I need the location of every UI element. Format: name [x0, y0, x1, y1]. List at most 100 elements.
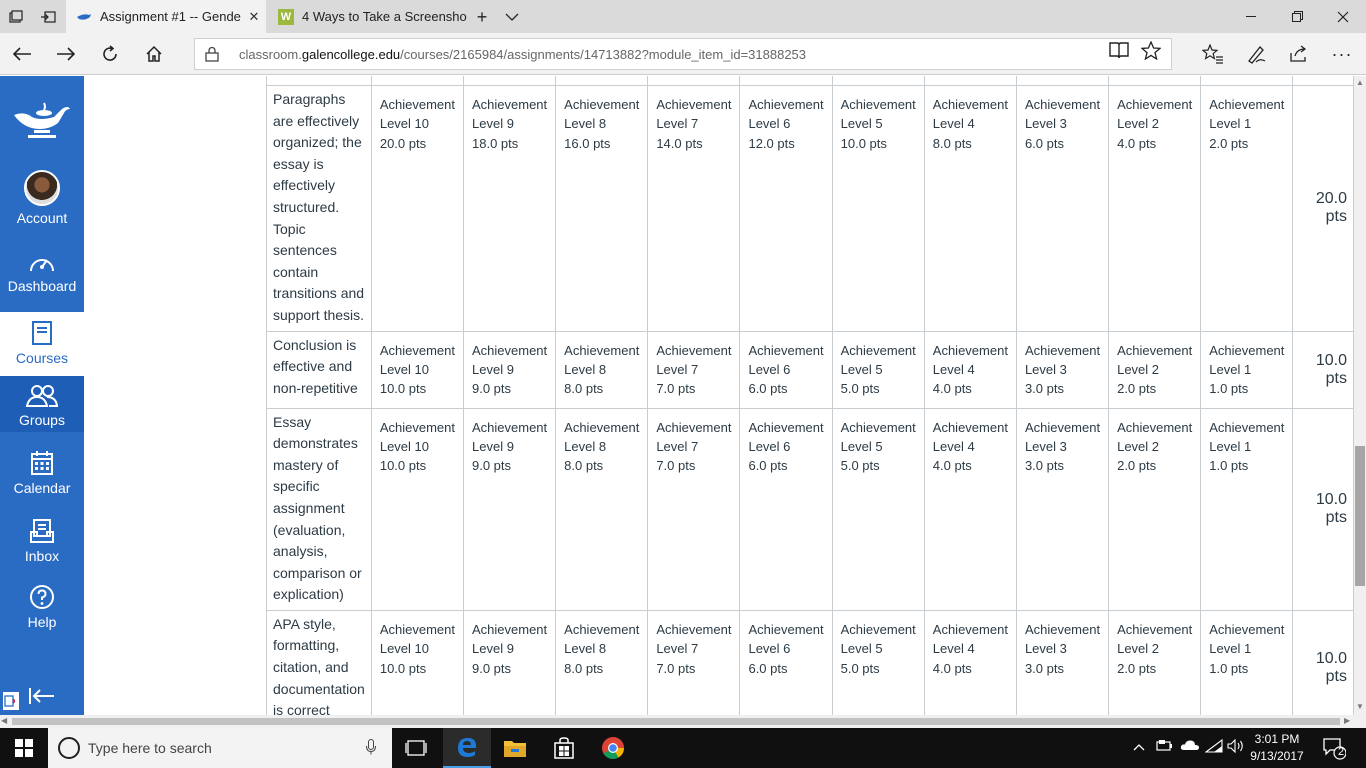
chrome-icon[interactable]: [589, 728, 637, 768]
rating-title: Achievement: [1117, 419, 1193, 435]
edge-browser-icon[interactable]: [443, 728, 491, 768]
action-center-icon[interactable]: 2: [1322, 736, 1347, 760]
rating-title: Level 6: [748, 116, 791, 132]
forward-icon[interactable]: [52, 41, 80, 67]
tab-manager-icon[interactable]: [6, 7, 26, 27]
rating-title: Achievement: [656, 419, 732, 435]
sidebar-item-label: Account: [16, 210, 68, 226]
minimize-icon[interactable]: [1228, 0, 1274, 33]
rating-cell: Achievement Level 7 14.0 pts: [647, 85, 741, 332]
rubric-row: Paragraphs are effectively organized; th…: [266, 85, 1354, 332]
tab-title: 4 Ways to Take a Screensho: [302, 9, 467, 24]
rating-title: Achievement: [379, 419, 455, 435]
taskbar-search[interactable]: Type here to search: [48, 728, 392, 768]
show-hidden-icons-icon[interactable]: [1133, 739, 1145, 754]
favorites-hub-icon[interactable]: [1199, 41, 1227, 67]
rating-points: 16.0 pts: [564, 135, 611, 151]
scroll-thumb[interactable]: [1355, 446, 1365, 586]
home-icon[interactable]: [140, 41, 168, 67]
sidebar-item-calendar[interactable]: Calendar: [0, 446, 84, 502]
rating-title: Level 9: [472, 361, 514, 377]
rating-title: Achievement: [1117, 97, 1193, 112]
back-icon[interactable]: [8, 41, 36, 67]
rating-title: Achievement: [656, 97, 732, 112]
refresh-icon[interactable]: [96, 41, 124, 67]
rating-cell: Achievement Level 4 4.0 pts: [923, 330, 1017, 409]
windows-logo-icon: [15, 739, 33, 757]
favorite-star-icon[interactable]: [1140, 40, 1162, 60]
rating-title: Level 7: [656, 361, 699, 377]
close-tab-icon[interactable]: ✕: [242, 9, 266, 25]
rating-points: 1.0 pts: [1209, 660, 1249, 676]
scroll-thumb[interactable]: [12, 718, 1340, 725]
rating-title: Achievement: [748, 621, 824, 637]
restore-icon[interactable]: [1274, 0, 1320, 33]
collapse-nav-icon[interactable]: [28, 685, 56, 712]
criterion-description: Conclusion is effective and non-repetiti…: [266, 330, 372, 409]
rating-cell: Achievement Level 8 8.0 pts: [555, 407, 649, 611]
windows-taskbar: Type here to search 3:01 PM 9/13/2017 2: [0, 728, 1366, 768]
sidebar-item-groups[interactable]: Groups: [0, 376, 84, 432]
sidebar-item-courses[interactable]: Courses: [0, 312, 84, 376]
rating-cell: Achievement Level 4 8.0 pts: [923, 85, 1017, 332]
rating-title: Achievement: [1024, 97, 1101, 112]
close-window-icon[interactable]: [1320, 0, 1366, 33]
rating-points: 1.0 pts: [1209, 381, 1249, 397]
battery-icon[interactable]: [1156, 739, 1174, 754]
reading-view-icon[interactable]: [1108, 40, 1130, 60]
rating-title: Achievement: [1024, 621, 1101, 637]
rating-points: 4.0 pts: [1117, 135, 1157, 151]
horizontal-scrollbar[interactable]: ◀ ▶: [0, 715, 1366, 728]
more-options-icon[interactable]: ···: [1328, 41, 1356, 67]
rating-title: Achievement: [472, 342, 548, 358]
rating-cell: Achievement Level 9 9.0 pts: [462, 609, 557, 715]
system-clock[interactable]: 3:01 PM 9/13/2017: [1244, 731, 1310, 765]
set-tabs-aside-icon[interactable]: [38, 7, 58, 27]
scroll-left-icon[interactable]: ◀: [1, 716, 7, 725]
rating-title: Level 10: [379, 361, 429, 377]
wifi-icon[interactable]: [1204, 738, 1223, 756]
rating-points: 1.0 pts: [1209, 458, 1249, 474]
narrator-speaker-icon[interactable]: [2, 691, 20, 711]
microphone-icon[interactable]: [366, 739, 376, 758]
clock-time: 3:01 PM: [1254, 732, 1300, 746]
tab-preview-chevron-icon[interactable]: [502, 7, 522, 27]
rating-title: Level 3: [1024, 641, 1067, 657]
rating-points: 7.0 pts: [656, 458, 696, 474]
rating-title: Achievement: [840, 621, 916, 637]
url-field[interactable]: classroom.galencollege.edu/courses/21659…: [194, 38, 1172, 70]
sidebar-item-help[interactable]: Help: [0, 580, 84, 638]
scroll-right-icon[interactable]: ▶: [1344, 716, 1350, 725]
volume-icon[interactable]: [1227, 738, 1245, 756]
main-content: Paragraphs are effectively organized; th…: [84, 76, 1354, 715]
file-explorer-icon[interactable]: [491, 728, 539, 768]
global-navigation: Account Dashboard Courses Groups Calenda: [0, 76, 84, 715]
rating-cell: Achievement Level 3 3.0 pts: [1015, 609, 1110, 715]
onedrive-icon[interactable]: [1180, 739, 1200, 754]
rating-cell: Achievement Level 3 3.0 pts: [1015, 330, 1110, 409]
web-note-pen-icon[interactable]: [1242, 41, 1270, 67]
sidebar-item-inbox[interactable]: Inbox: [0, 514, 84, 570]
canvas-logo[interactable]: [0, 76, 84, 160]
sidebar-item-label: Groups: [19, 412, 65, 428]
rating-title: Achievement: [840, 97, 916, 112]
rating-points: 2.0 pts: [1117, 458, 1157, 474]
task-view-icon[interactable]: [392, 728, 440, 768]
share-icon[interactable]: [1285, 41, 1313, 67]
rating-title: Achievement: [1117, 621, 1193, 637]
store-icon[interactable]: [540, 728, 588, 768]
sidebar-item-account[interactable]: Account: [0, 170, 84, 238]
rating-title: Level 10: [379, 641, 429, 657]
tab-assignment[interactable]: Assignment #1 -- Gende ✕: [66, 0, 266, 33]
rating-title: Achievement: [379, 97, 455, 112]
vertical-scrollbar[interactable]: ▲ ▼: [1354, 76, 1366, 715]
sidebar-item-dashboard[interactable]: Dashboard: [0, 244, 84, 306]
scroll-up-icon[interactable]: ▲: [1354, 78, 1366, 90]
rubric-row: APA style, formatting, citation, and doc…: [266, 609, 1354, 715]
rating-title: Level 7: [656, 116, 699, 132]
tab-screenshot[interactable]: W 4 Ways to Take a Screensho: [268, 0, 468, 33]
start-button[interactable]: [0, 728, 48, 768]
new-tab-icon[interactable]: +: [472, 7, 492, 27]
scroll-down-icon[interactable]: ▼: [1354, 702, 1366, 714]
rating-points: 2.0 pts: [1117, 381, 1157, 397]
